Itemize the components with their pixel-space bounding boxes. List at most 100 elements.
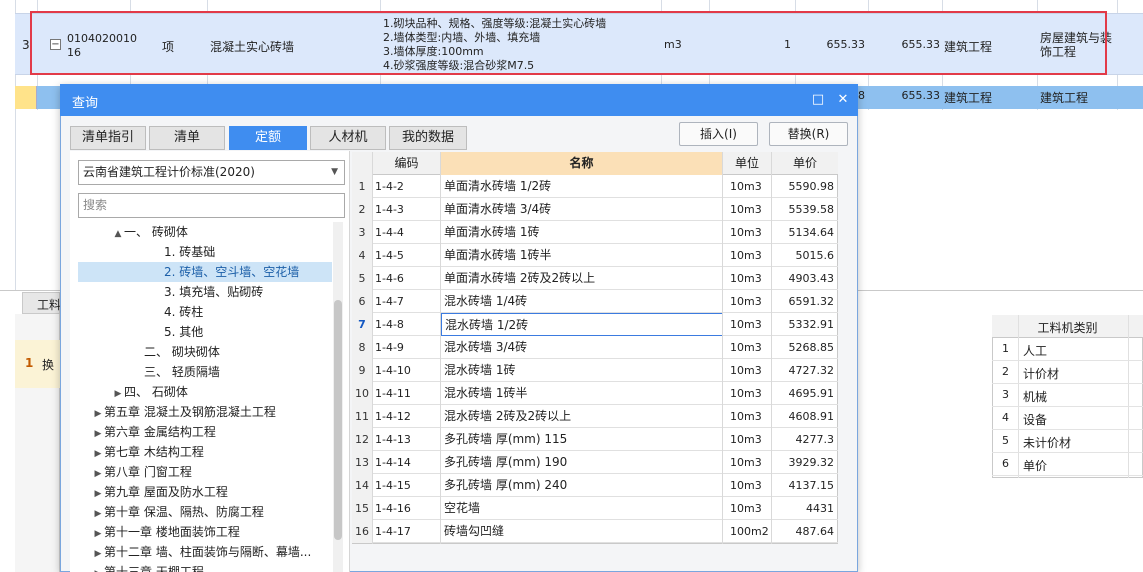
- dialog-title-bar[interactable]: [60, 84, 858, 116]
- close-icon[interactable]: ✕: [836, 93, 850, 107]
- expand-arrow-icon[interactable]: ▶: [92, 404, 104, 424]
- standard-select[interactable]: 云南省建筑工程计价标准(2020) ▼: [78, 160, 345, 185]
- cell-unit: 10m3: [730, 180, 762, 193]
- tree-item[interactable]: 2. 砖墙、空斗墙、空花墙: [78, 262, 332, 282]
- category-row-index: 5: [1002, 434, 1009, 447]
- cell-price: 4137.15: [788, 479, 835, 492]
- tab-my-data[interactable]: 我的数据: [389, 126, 467, 150]
- tree-item[interactable]: 1. 砖基础: [78, 242, 332, 262]
- expand-arrow-icon[interactable]: ▶: [92, 444, 104, 464]
- cell-code: 1-4-13: [375, 433, 411, 446]
- row-number: 12: [352, 428, 372, 451]
- tree-item[interactable]: ▶ 第七章 木结构工程: [78, 442, 332, 462]
- search-input[interactable]: 搜索: [78, 193, 345, 218]
- table-row[interactable]: 13 1-4-14 多孔砖墙 厚(mm) 190 10m3 3929.32: [352, 451, 838, 474]
- expand-arrow-icon[interactable]: ▶: [92, 464, 104, 484]
- tree-item[interactable]: ▶ 第十二章 墙、柱面装饰与隔断、幕墙...: [78, 542, 332, 562]
- tree-item[interactable]: ▲ 一、 砖砌体: [78, 222, 332, 242]
- cell-price: 6591.32: [788, 295, 835, 308]
- category-row-index: 4: [1002, 411, 1009, 424]
- table-row[interactable]: 4 1-4-5 单面清水砖墙 1砖半 10m3 5015.6: [352, 244, 838, 267]
- table-row[interactable]: 16 1-4-17 砖墙勾凹缝 100m2 487.64: [352, 520, 838, 543]
- cell-code: 1-4-4: [375, 226, 404, 239]
- expand-arrow-icon[interactable]: ▶: [92, 504, 104, 524]
- header-unit[interactable]: 单位: [723, 152, 771, 175]
- expand-arrow-icon[interactable]: ▶: [92, 564, 104, 572]
- category-row-label: 机械: [1023, 390, 1048, 404]
- tree-scrollbar-thumb[interactable]: [334, 300, 342, 540]
- cell-name: 空花墙: [444, 501, 481, 515]
- cell-unit: 10m3: [730, 341, 762, 354]
- table-row[interactable]: 15 1-4-16 空花墙 10m3 4431: [352, 497, 838, 520]
- maximize-icon[interactable]: □: [811, 93, 825, 107]
- tree-item[interactable]: ▶第十三章 天棚工程: [78, 562, 332, 572]
- tree-item-label: 第十二章 墙、柱面装饰与隔断、幕墙...: [104, 545, 312, 559]
- category-row-index: 6: [1002, 457, 1009, 470]
- replace-button[interactable]: 替换(R): [769, 122, 848, 146]
- tree-item[interactable]: 二、 砌块砌体: [78, 342, 332, 362]
- table-row[interactable]: 2 1-4-3 单面清水砖墙 3/4砖 10m3 5539.58: [352, 198, 838, 221]
- table-row[interactable]: 10 1-4-11 混水砖墙 1砖半 10m3 4695.91: [352, 382, 838, 405]
- header-name[interactable]: 名称: [441, 152, 722, 175]
- table-row[interactable]: 7 1-4-8 混水砖墙 1/2砖 10m3 5332.91: [352, 313, 838, 336]
- tree-item[interactable]: ▶ 第六章 金属结构工程: [78, 422, 332, 442]
- cell-name: 单面清水砖墙 2砖及2砖以上: [444, 271, 596, 285]
- category-row[interactable]: 3 机械: [992, 384, 1143, 407]
- tree-item[interactable]: 4. 砖柱: [78, 302, 332, 322]
- row-number: 14: [352, 474, 372, 497]
- category-row-label: 设备: [1023, 413, 1048, 427]
- expand-arrow-icon[interactable]: ▶: [112, 384, 124, 404]
- table-row[interactable]: 9 1-4-10 混水砖墙 1砖 10m3 4727.32: [352, 359, 838, 382]
- tree-item[interactable]: ▶ 第九章 屋面及防水工程: [78, 482, 332, 502]
- cell-code: 1-4-16: [375, 502, 411, 515]
- category-row[interactable]: 4 设备: [992, 407, 1143, 430]
- table-row[interactable]: 3 1-4-4 单面清水砖墙 1砖 10m3 5134.64: [352, 221, 838, 244]
- table-row[interactable]: 8 1-4-9 混水砖墙 3/4砖 10m3 5268.85: [352, 336, 838, 359]
- table-row[interactable]: 6 1-4-7 混水砖墙 1/4砖 10m3 6591.32: [352, 290, 838, 313]
- tab-list[interactable]: 清单: [149, 126, 225, 150]
- expand-arrow-icon[interactable]: ▶: [92, 524, 104, 544]
- table-row[interactable]: 5 1-4-6 单面清水砖墙 2砖及2砖以上 10m3 4903.43: [352, 267, 838, 290]
- category-row[interactable]: 1 人工: [992, 338, 1143, 361]
- tree-item-label: 四、 石砌体: [124, 385, 188, 399]
- category-row[interactable]: 6 单价: [992, 453, 1143, 476]
- cell-code: 1-4-6: [375, 272, 404, 285]
- cell-price: 4695.91: [788, 387, 835, 400]
- cell-code: 1-4-11: [375, 387, 411, 400]
- table-row[interactable]: 12 1-4-13 多孔砖墙 厚(mm) 115 10m3 4277.3: [352, 428, 838, 451]
- chapter-tree[interactable]: ▲ 一、 砖砌体 1. 砖基础 2. 砖墙、空斗墙、空花墙 3. 填充墙、贴砌砖 4. 砖…: [78, 222, 332, 572]
- tab-quota[interactable]: 定额: [229, 126, 307, 150]
- collapse-arrow-icon[interactable]: ▲: [112, 224, 124, 244]
- table-row[interactable]: 1 1-4-2 单面清水砖墙 1/2砖 10m3 5590.98: [352, 175, 838, 198]
- expand-arrow-icon[interactable]: ▶: [92, 544, 104, 564]
- tab-list-guide[interactable]: 清单指引: [70, 126, 146, 150]
- category-row-index: 3: [1002, 388, 1009, 401]
- insert-button[interactable]: 插入(I): [679, 122, 758, 146]
- row-number: 15: [352, 497, 372, 520]
- table-row[interactable]: 11 1-4-12 混水砖墙 2砖及2砖以上 10m3 4608.91: [352, 405, 838, 428]
- tree-item[interactable]: 3. 填充墙、贴砌砖: [78, 282, 332, 302]
- table-row[interactable]: 14 1-4-15 多孔砖墙 厚(mm) 240 10m3 4137.15: [352, 474, 838, 497]
- cell-unit: 10m3: [730, 387, 762, 400]
- lower-tab[interactable]: 工料: [22, 292, 61, 314]
- tree-item[interactable]: ▶ 第十一章 楼地面装饰工程: [78, 522, 332, 542]
- expand-arrow-icon[interactable]: ▶: [92, 424, 104, 444]
- dialog-title: 查询: [72, 96, 99, 111]
- row4-total: 655.33: [901, 89, 941, 102]
- cell-code: 1-4-17: [375, 525, 411, 538]
- tree-item[interactable]: ▶ 第八章 门窗工程: [78, 462, 332, 482]
- header-code[interactable]: 编码: [373, 152, 440, 175]
- expand-arrow-icon[interactable]: ▶: [92, 484, 104, 504]
- category-row[interactable]: 5 未计价材: [992, 430, 1143, 453]
- category-row[interactable]: 2 计价材: [992, 361, 1143, 384]
- tree-item-label: 第十三章 天棚工程: [104, 565, 204, 572]
- header-price[interactable]: 单价: [772, 152, 838, 175]
- tree-item[interactable]: 三、 轻质隔墙: [78, 362, 332, 382]
- tree-item[interactable]: ▶ 第五章 混凝土及钢筋混凝土工程: [78, 402, 332, 422]
- row-number: 10: [352, 382, 372, 405]
- tree-item[interactable]: ▶ 第十章 保温、隔热、防腐工程: [78, 502, 332, 522]
- tab-materials[interactable]: 人材机: [310, 126, 386, 150]
- lower-row[interactable]: 1 换: [15, 340, 60, 388]
- tree-item[interactable]: ▶ 四、 石砌体: [78, 382, 332, 402]
- tree-item[interactable]: 5. 其他: [78, 322, 332, 342]
